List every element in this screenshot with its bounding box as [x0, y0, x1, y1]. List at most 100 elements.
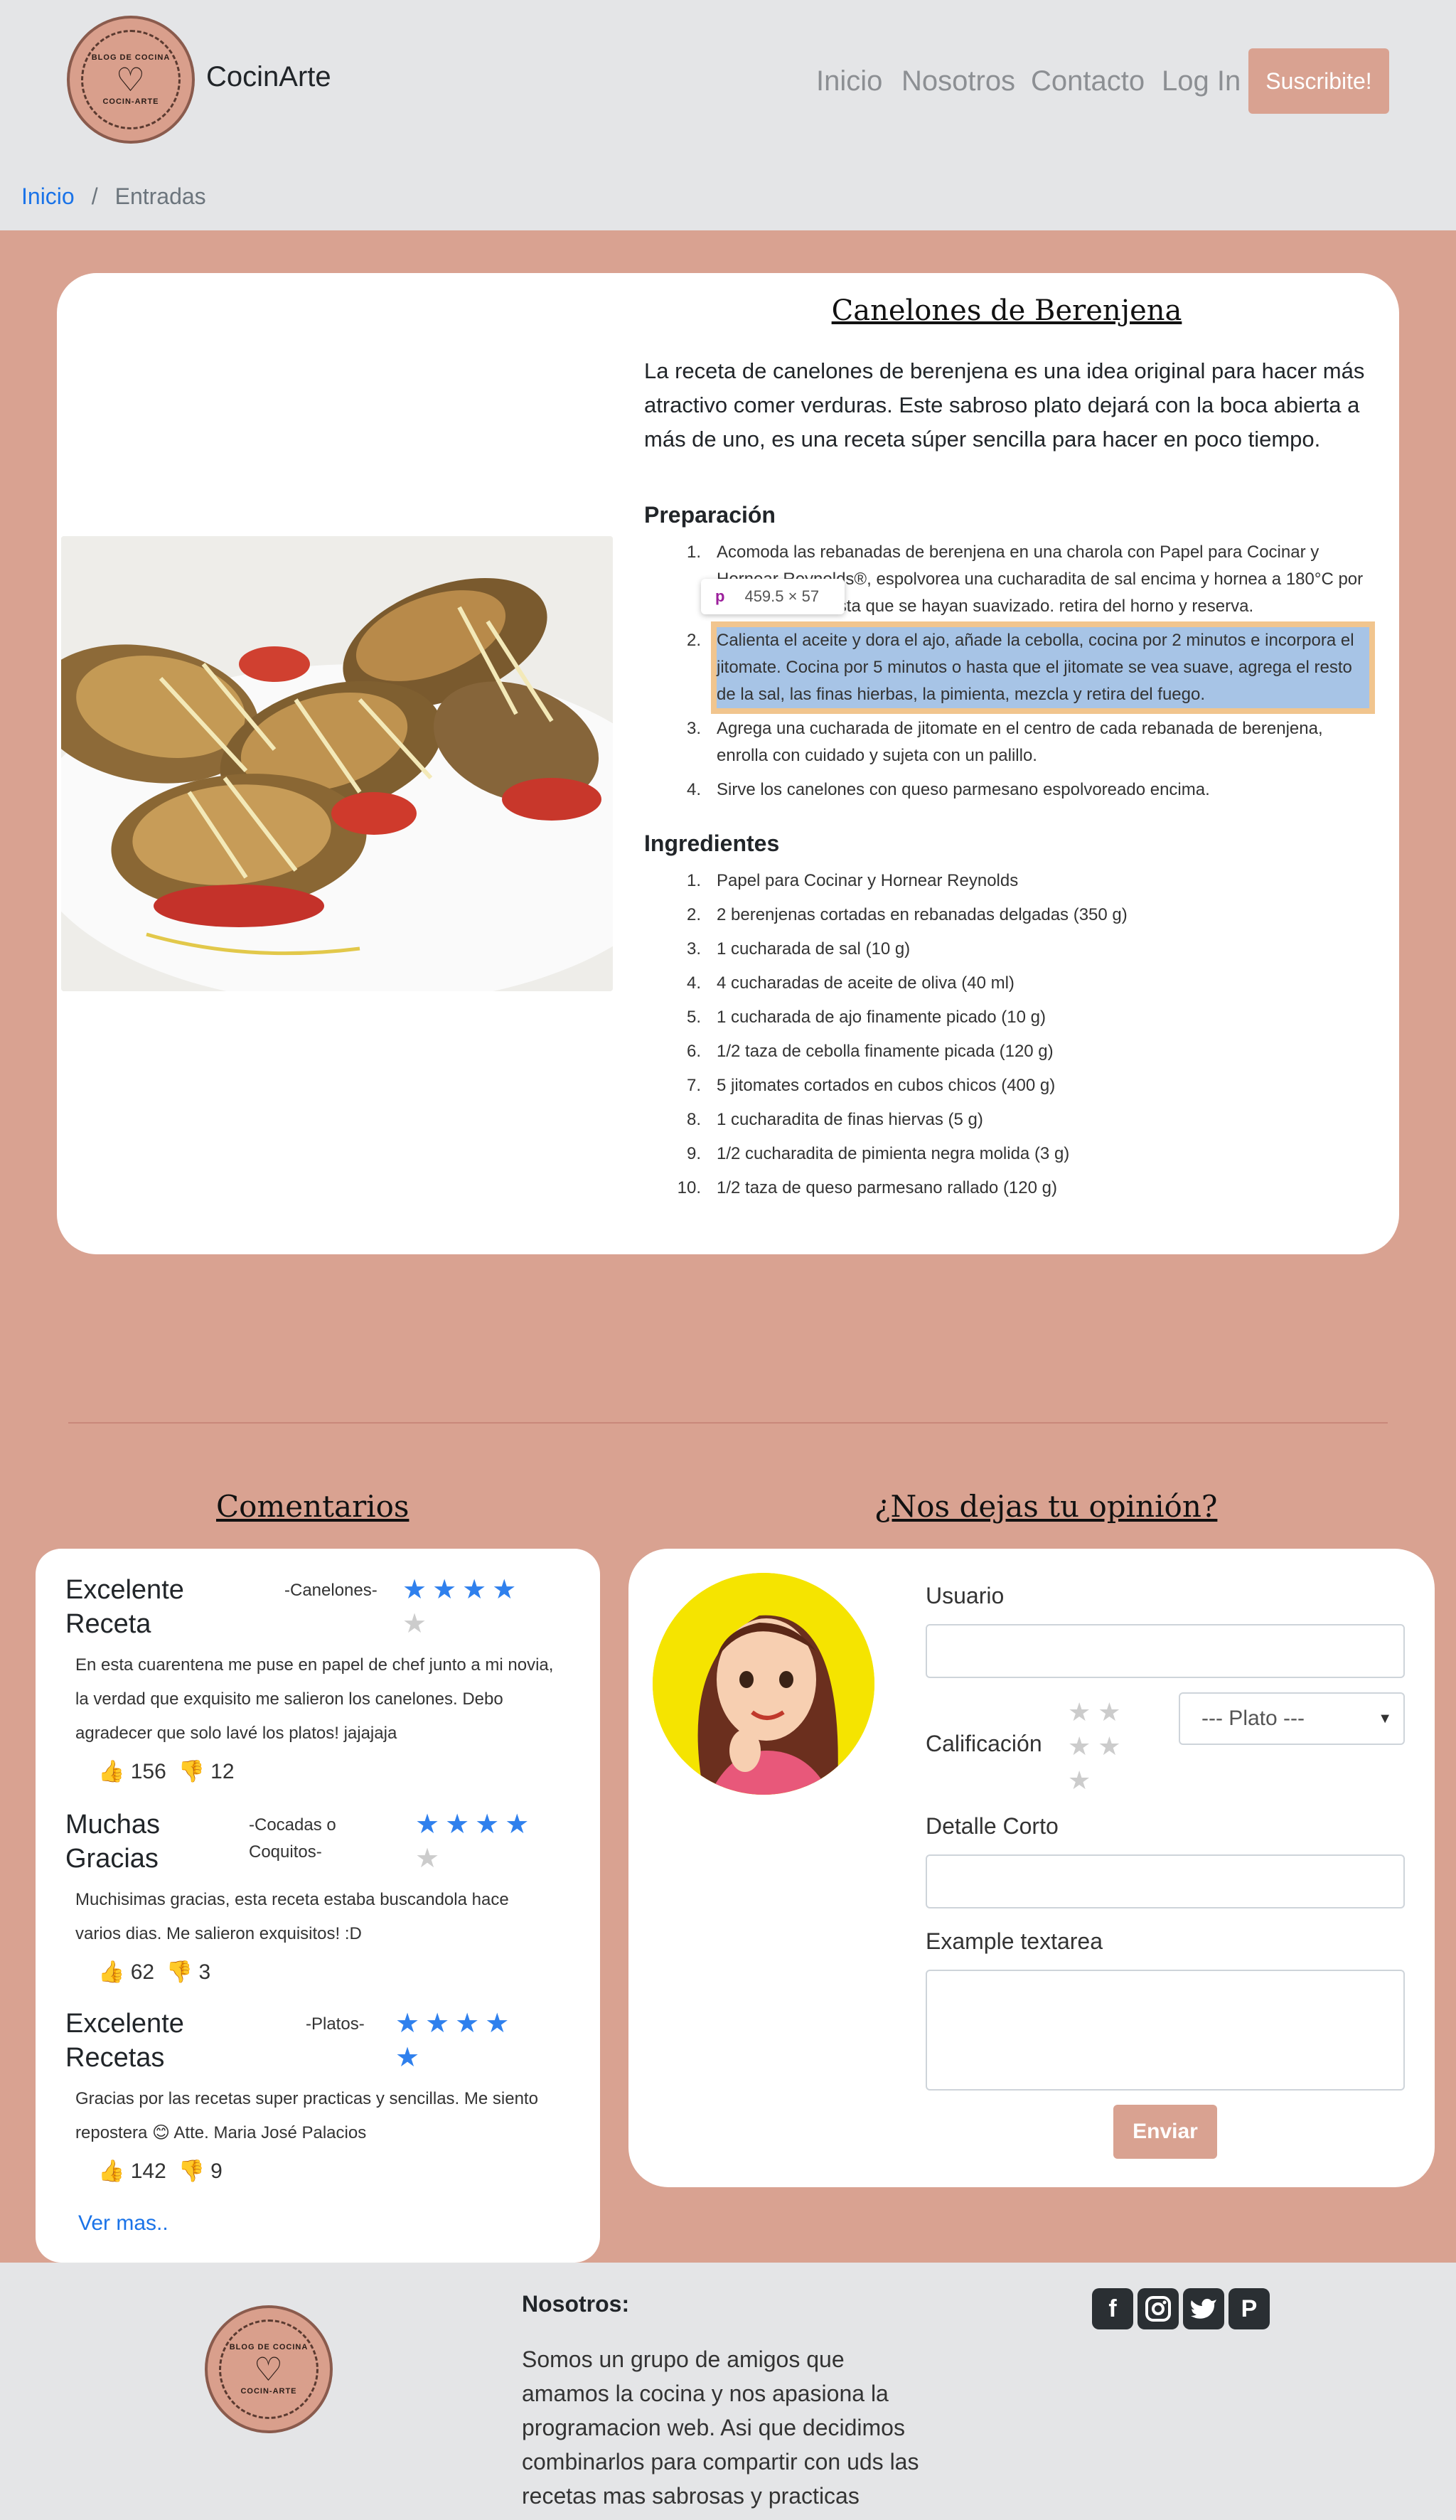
ingredient-text: 1 cucharada de ajo finamente picado (10 …: [717, 1008, 1046, 1027]
thumbs-up-icon[interactable]: 👍: [98, 1960, 124, 1984]
list-item: 4. 4 cucharadas de aceite de oliva (40 ml…: [667, 970, 1369, 997]
list-item: 1. Papel para Cocinar y Hornear Reynolds: [667, 867, 1369, 895]
comment-title: Excelente Recetas: [65, 2009, 184, 2073]
thumbs-down-icon[interactable]: 👎: [178, 2159, 204, 2183]
logo-emblem: BLOG DE COCINA ♡ COCIN-ARTE: [81, 30, 181, 129]
detail-input[interactable]: [926, 1854, 1405, 1908]
subscribe-button[interactable]: Suscribite!: [1248, 48, 1389, 114]
see-more-link[interactable]: Ver mas..: [78, 2211, 168, 2236]
list-number: 4.: [686, 973, 701, 993]
step-text: Agrega una cucharada de jitomate en el c…: [717, 719, 1323, 765]
list-item: 2. 2 berenjenas cortadas en rebanadas del…: [667, 902, 1369, 929]
list-item: 5. 1 cucharada de ajo finamente picado (1…: [667, 1004, 1369, 1031]
comment-body: En esta cuarentena me puse en papel de c…: [75, 1655, 554, 1743]
logo-emblem: BLOG DE COCINA ♡ COCIN-ARTE: [219, 2319, 318, 2419]
instagram-icon[interactable]: [1138, 2288, 1179, 2329]
submit-button[interactable]: Enviar: [1113, 2105, 1217, 2159]
dislike-count: 3: [198, 1960, 211, 1984]
opinion-heading: ¿Nos dejas tu opinión?: [874, 1489, 1218, 1524]
footer-heading: Nosotros:: [522, 2291, 630, 2317]
dislike-count: 9: [210, 2159, 223, 2183]
ingredient-text: 1 cucharadita de finas hiervas (5 g): [717, 1110, 983, 1129]
heart-utensils-icon: ♡: [253, 2351, 284, 2388]
list-number: 6.: [686, 1042, 701, 1061]
like-count: 142: [130, 2159, 166, 2183]
comment-title: Muchas Gracias: [65, 1810, 161, 1874]
ingredient-text: 2 berenjenas cortadas en rebanadas delga…: [717, 905, 1128, 924]
list-item: 3. Agrega una cucharada de jitomate en el…: [667, 715, 1369, 769]
nav-link-inicio[interactable]: Inicio: [816, 65, 882, 97]
comment-rating-stars: ★★★★ ★: [415, 1810, 535, 1874]
breadcrumb-bar: [0, 164, 1456, 230]
recipe-intro: La receta de canelones de berenjena es u…: [644, 358, 1365, 452]
logo-text-bottom: COCIN-ARTE: [102, 97, 159, 106]
comment-votes: 👍 156 👎 12: [98, 1759, 235, 1784]
comment-dish: -Canelones-: [284, 1581, 378, 1600]
comment-body: Muchisimas gracias, esta receta estaba b…: [75, 1890, 509, 1943]
user-label: Usuario: [926, 1583, 1005, 1608]
devtools-inspector-tooltip: p 459.5 × 57: [701, 579, 845, 614]
nav-link-nosotros[interactable]: Nosotros: [901, 65, 1015, 97]
brand-name[interactable]: CocinArte: [206, 61, 331, 93]
chevron-down-icon: ▼: [1378, 1710, 1392, 1726]
nav-link-contacto[interactable]: Contacto: [1031, 65, 1145, 97]
list-number: 8.: [686, 1110, 701, 1129]
thumbs-up-icon[interactable]: 👍: [98, 2159, 124, 2183]
comment-textarea[interactable]: [926, 1970, 1405, 2091]
ingredient-text: 1/2 cucharadita de pimienta negra molida…: [717, 1144, 1070, 1163]
comment-dish: -Cocadas o Coquitos-: [249, 1815, 336, 1862]
ingredient-text: 1 cucharada de sal (10 g): [717, 939, 911, 959]
list-item: 6. 1/2 taza de cebolla finamente picada (…: [667, 1038, 1369, 1065]
thumbs-down-icon[interactable]: 👎: [178, 1760, 204, 1783]
twitter-icon[interactable]: [1183, 2288, 1224, 2329]
recipe-title: Canelones de Berenjena: [831, 294, 1182, 327]
list-number: 3.: [686, 939, 701, 959]
heart-utensils-icon: ♡: [115, 61, 146, 98]
list-number: 10.: [677, 1178, 701, 1197]
dish-select[interactable]: --- Plato --- ▼: [1179, 1692, 1405, 1745]
list-item: 8. 1 cucharadita de finas hiervas (5 g): [667, 1106, 1369, 1133]
tooltip-size: 459.5 × 57: [744, 587, 820, 605]
list-number: 2.: [686, 905, 701, 924]
rating-stars-input[interactable]: ★ ★ ★ ★ ★: [1068, 1695, 1132, 1798]
breadcrumb-current: Entradas: [114, 183, 206, 209]
like-count: 62: [130, 1960, 155, 1984]
breadcrumb-home[interactable]: Inicio: [21, 183, 75, 209]
logo-text-bottom: COCIN-ARTE: [240, 2387, 297, 2396]
breadcrumb: Inicio / Entradas: [21, 183, 206, 210]
comments-heading: Comentarios: [216, 1489, 410, 1524]
list-item: 9. 1/2 cucharadita de pimienta negra moli…: [667, 1141, 1369, 1168]
dislike-count: 12: [210, 1760, 235, 1783]
comment-title: Excelente Receta: [65, 1575, 184, 1639]
nav-link-login[interactable]: Log In: [1162, 65, 1241, 97]
recipe-image: [61, 536, 613, 991]
thumbs-up-icon[interactable]: 👍: [98, 1760, 124, 1783]
step-text: Sirve los canelones con queso parmesano …: [717, 780, 1210, 799]
comment-votes: 👍 62 👎 3: [98, 1960, 210, 1985]
rating-label: Calificación: [926, 1731, 1042, 1756]
list-item: 3. 1 cucharada de sal (10 g): [667, 936, 1369, 963]
list-number: 5.: [686, 1008, 701, 1027]
ingredient-text: 4 cucharadas de aceite de oliva (40 ml): [717, 973, 1015, 993]
ingredients-heading: Ingredientes: [644, 831, 780, 856]
list-item: 2. Calienta el aceite y dora el ajo, añad…: [667, 627, 1369, 708]
like-count: 156: [130, 1760, 166, 1783]
footer-logo[interactable]: BLOG DE COCINA ♡ COCIN-ARTE: [205, 2305, 333, 2433]
list-number: 1.: [686, 871, 701, 890]
detail-label: Detalle Corto: [926, 1813, 1059, 1839]
ingredient-text: 1/2 taza de cebolla finamente picada (12…: [717, 1042, 1054, 1061]
list-number: 7.: [686, 1076, 701, 1095]
comment-rating-stars: ★★★★ ★: [395, 2009, 515, 2073]
ingredient-text: 1/2 taza de queso parmesano rallado (120…: [717, 1178, 1057, 1197]
comment-votes: 👍 142 👎 9: [98, 2159, 223, 2184]
footer-text: Somos un grupo de amigos que amamos la c…: [522, 2347, 919, 2509]
comment-body: Gracias por las recetas super practicas …: [75, 2089, 538, 2142]
facebook-icon[interactable]: f: [1092, 2288, 1133, 2329]
tooltip-tag: p: [715, 587, 725, 605]
logo[interactable]: BLOG DE COCINA ♡ COCIN-ARTE: [67, 16, 195, 144]
user-input[interactable]: [926, 1624, 1405, 1678]
ingredients-list: 1. Papel para Cocinar y Hornear Reynolds 2…: [667, 867, 1369, 1209]
thumbs-down-icon[interactable]: 👎: [166, 1960, 193, 1984]
pinterest-icon[interactable]: P: [1228, 2288, 1270, 2329]
section-divider: [68, 1422, 1388, 1424]
